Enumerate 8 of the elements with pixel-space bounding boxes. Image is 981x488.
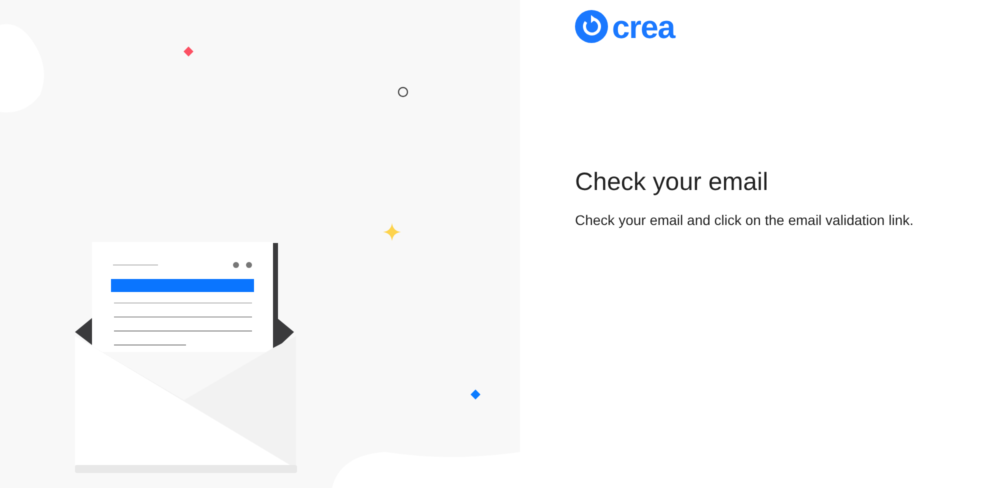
heading: Check your email bbox=[575, 167, 770, 198]
diamond-icon bbox=[184, 46, 194, 56]
logo-icon bbox=[575, 10, 608, 43]
diamond-icon bbox=[470, 390, 480, 400]
message-text: Check your email and click on the email validation link. bbox=[575, 211, 914, 230]
circle-icon bbox=[398, 86, 408, 98]
sparkle-icon bbox=[383, 223, 401, 241]
logo-text: crea bbox=[612, 10, 675, 42]
